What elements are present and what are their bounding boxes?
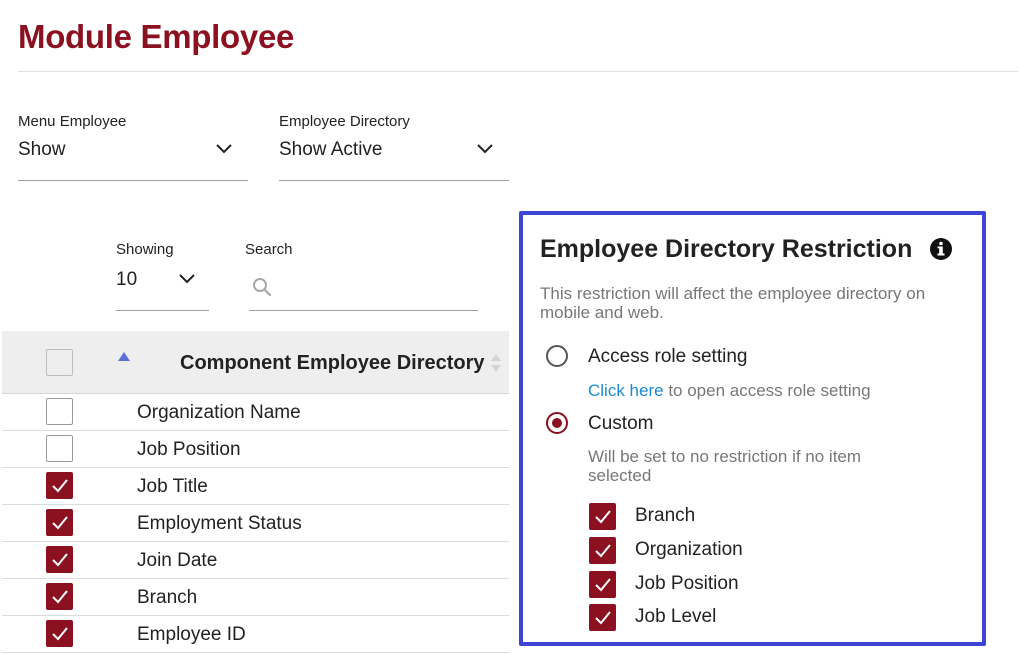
custom-item-label[interactable]: Branch xyxy=(635,505,695,527)
showing-select[interactable]: Showing 10 xyxy=(116,241,209,311)
showing-value: 10 xyxy=(116,269,138,290)
employee-directory-select[interactable]: Employee Directory Show Active xyxy=(279,113,509,181)
table-header: Component Employee Directory xyxy=(2,331,509,394)
page-title: Module Employee xyxy=(18,18,295,55)
custom-item-checkbox[interactable] xyxy=(589,537,616,564)
custom-item-checkbox[interactable] xyxy=(589,604,616,631)
employee-directory-restriction-panel: Employee Directory Restriction This rest… xyxy=(519,211,986,646)
row-label: Employee ID xyxy=(137,624,246,645)
panel-description: This restriction will affect the employe… xyxy=(540,284,926,322)
row-checkbox[interactable] xyxy=(46,620,73,647)
row-label: Job Position xyxy=(137,439,241,460)
panel-title: Employee Directory Restriction xyxy=(540,235,913,263)
search-icon xyxy=(252,277,272,297)
info-icon[interactable] xyxy=(929,237,953,261)
row-label: Organization Name xyxy=(137,402,301,423)
radio-access-role-setting[interactable] xyxy=(546,345,568,367)
title-divider xyxy=(18,71,1018,72)
table-row[interactable]: Organization Name xyxy=(2,394,509,431)
search-label: Search xyxy=(245,241,293,258)
access-role-hint-text: to open access role setting xyxy=(663,381,871,400)
row-checkbox[interactable] xyxy=(46,472,73,499)
search-underline xyxy=(249,310,478,311)
sort-ascending-icon[interactable] xyxy=(118,352,130,361)
table-row[interactable]: Branch xyxy=(2,579,509,616)
access-role-hint: Click here to open access role setting xyxy=(588,381,871,400)
table-row[interactable]: Employee ID xyxy=(2,616,509,653)
showing-label: Showing xyxy=(116,241,174,258)
table-row[interactable]: Job Title xyxy=(2,468,509,505)
click-here-link[interactable]: Click here xyxy=(588,381,664,400)
select-all-checkbox[interactable] xyxy=(46,349,73,376)
menu-employee-value: Show xyxy=(18,139,66,160)
row-checkbox[interactable] xyxy=(46,583,73,610)
chevron-down-icon xyxy=(216,144,232,158)
access-role-setting-label[interactable]: Access role setting xyxy=(588,346,747,368)
custom-item-checkbox[interactable] xyxy=(589,571,616,598)
column-header-component[interactable]: Component Employee Directory xyxy=(180,352,485,375)
table-row[interactable]: Job Position xyxy=(2,431,509,468)
row-checkbox[interactable] xyxy=(46,509,73,536)
row-label: Employment Status xyxy=(137,513,302,534)
row-checkbox[interactable] xyxy=(46,546,73,573)
custom-item-label[interactable]: Job Level xyxy=(635,606,716,628)
search-field: Search xyxy=(245,241,478,311)
custom-hint: Will be set to no restriction if no item… xyxy=(588,447,862,485)
table-row[interactable]: Join Date xyxy=(2,542,509,579)
custom-item-label[interactable]: Job Position xyxy=(635,573,739,595)
search-input[interactable] xyxy=(277,273,473,303)
table-body: Organization Name Job Position Job Title Em… xyxy=(2,394,509,653)
custom-label[interactable]: Custom xyxy=(588,413,653,435)
menu-employee-select[interactable]: Menu Employee Show xyxy=(18,113,248,181)
employee-directory-label: Employee Directory xyxy=(279,113,410,130)
chevron-down-icon xyxy=(477,144,493,158)
custom-item-checkbox[interactable] xyxy=(589,503,616,530)
table-row[interactable]: Employment Status xyxy=(2,505,509,542)
row-label: Job Title xyxy=(137,476,208,497)
custom-item-label[interactable]: Organization xyxy=(635,539,743,561)
sort-toggle-icon[interactable] xyxy=(490,353,502,373)
radio-custom[interactable] xyxy=(546,412,568,434)
row-checkbox[interactable] xyxy=(46,435,73,462)
row-label: Join Date xyxy=(137,550,218,571)
row-checkbox[interactable] xyxy=(46,398,73,425)
employee-directory-value: Show Active xyxy=(279,139,383,160)
row-label: Branch xyxy=(137,587,198,608)
menu-employee-label: Menu Employee xyxy=(18,113,127,130)
chevron-down-icon xyxy=(179,274,195,288)
component-table: Component Employee Directory Organizatio… xyxy=(2,331,509,653)
